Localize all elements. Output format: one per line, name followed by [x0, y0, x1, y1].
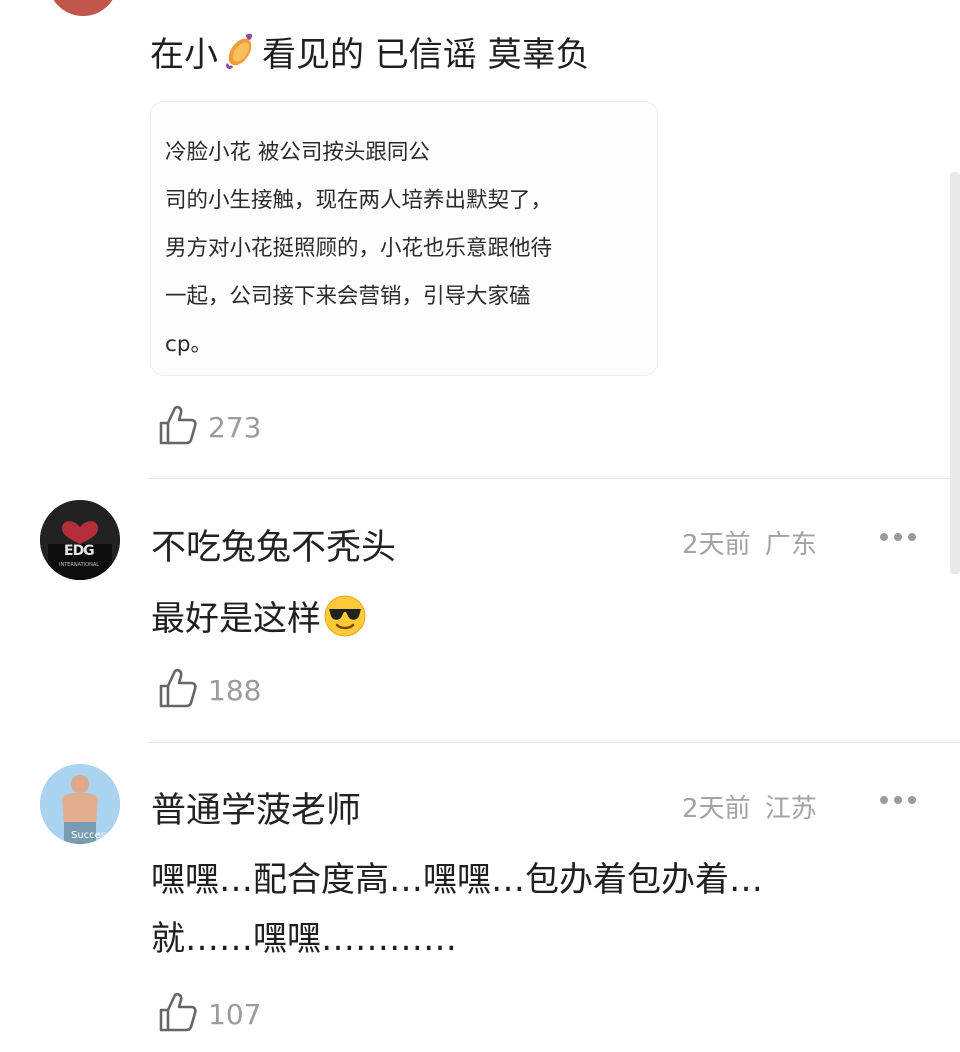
avatar-label: EDG — [64, 543, 95, 559]
username[interactable]: 普通学菠老师 — [151, 782, 361, 833]
dot-icon — [880, 533, 888, 541]
comment-text-after: 看见的 已信谣 莫辜负 — [262, 35, 590, 75]
scrollbar[interactable] — [950, 172, 960, 574]
thumbs-up-icon — [158, 404, 198, 450]
quoted-post-card[interactable]: 冷脸小花 被公司按头跟同公 司的小生接触，现在两人培养出默契了， 男方对小花挺照… — [150, 101, 658, 376]
comment-time: 2天前 — [682, 794, 751, 824]
like-count: 273 — [208, 410, 262, 444]
quote-line: cp。 — [165, 332, 212, 357]
avatar[interactable] — [48, 0, 118, 16]
comment-text-before: 在小 — [150, 35, 218, 75]
like-button[interactable]: 107 — [158, 991, 261, 1037]
thumbs-up-icon — [158, 667, 198, 713]
comment-meta: 2天前 江苏 — [682, 788, 817, 825]
quote-line: 司的小生接触，现在两人培养出默契了， — [165, 188, 553, 213]
thumbs-up-icon — [158, 991, 198, 1037]
comment-time: 2天前 — [682, 530, 751, 560]
divider — [148, 742, 960, 743]
quote-line: 男方对小花挺照顾的，小花也乐意跟他待 — [165, 236, 553, 261]
dot-icon — [908, 796, 916, 804]
quote-line: 一起，公司接下来会营销，引导大家磕 — [165, 284, 531, 309]
sweet-potato-icon — [220, 30, 260, 79]
comment-meta: 2天前 广东 — [682, 524, 817, 561]
comment-text: 最好是这样 — [151, 594, 367, 647]
dot-icon — [894, 796, 902, 804]
dot-icon — [894, 533, 902, 541]
more-options-button[interactable] — [880, 533, 916, 541]
like-count: 107 — [208, 997, 262, 1031]
more-options-button[interactable] — [880, 796, 916, 804]
like-button[interactable]: 273 — [158, 404, 261, 450]
comment-location: 广东 — [764, 530, 817, 560]
comment-text: 在小 看见的 已信谣 莫辜负 — [150, 30, 590, 79]
like-button[interactable]: 188 — [158, 667, 261, 713]
avatar[interactable]: Success — [40, 764, 120, 844]
username[interactable]: 不吃兔兔不秃头 — [151, 519, 396, 570]
quote-line: 冷脸小花 被公司按头跟同公 — [165, 140, 430, 165]
comment-line: 就……嘿嘿………… — [151, 919, 457, 959]
comment-location: 江苏 — [764, 794, 817, 824]
avatar-label: Success — [71, 830, 112, 841]
comment-body: 最好是这样 — [151, 599, 321, 639]
avatar-sublabel: INTERNATIONAL — [59, 562, 100, 568]
sunglasses-emoji-icon — [323, 594, 367, 647]
avatar[interactable]: EDG INTERNATIONAL — [40, 500, 120, 580]
like-count: 188 — [208, 673, 262, 707]
dot-icon — [880, 796, 888, 804]
dot-icon — [908, 533, 916, 541]
divider — [148, 478, 960, 479]
comment-line: 嘿嘿…配合度高…嘿嘿…包办着包办着… — [151, 860, 763, 900]
